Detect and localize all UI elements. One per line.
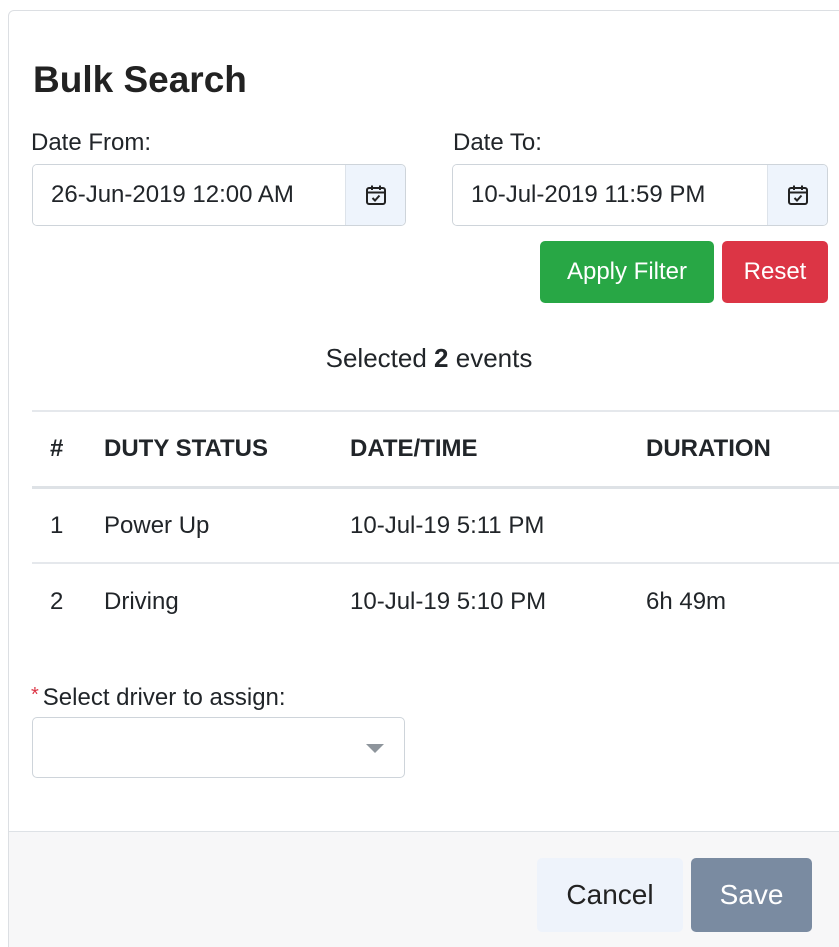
- cancel-button[interactable]: Cancel: [537, 858, 683, 932]
- column-header-duration: DURATION: [646, 435, 771, 462]
- reset-button[interactable]: Reset: [722, 241, 828, 303]
- column-header-number: #: [50, 435, 64, 462]
- date-from-label: Date From:: [31, 129, 152, 156]
- selected-count: 2: [434, 343, 449, 373]
- date-to-input[interactable]: [453, 165, 767, 225]
- selected-events-summary: Selected 2 events: [9, 343, 839, 374]
- driver-select[interactable]: [32, 717, 405, 778]
- date-to-label: Date To:: [453, 129, 542, 156]
- date-to-group: [452, 164, 828, 226]
- chevron-down-icon: [366, 744, 384, 753]
- selected-suffix: events: [455, 343, 533, 373]
- row-duty-status: Power Up: [104, 511, 210, 539]
- save-button[interactable]: Save: [691, 858, 812, 932]
- required-marker: *: [31, 684, 39, 706]
- row-duration: 6h 49m: [646, 587, 727, 615]
- date-from-input[interactable]: [33, 165, 345, 225]
- table-row[interactable]: 2 Driving 10-Jul-19 5:10 PM 6h 49m: [32, 564, 839, 639]
- calendar-check-icon: [365, 185, 386, 205]
- table-row[interactable]: 1 Power Up 10-Jul-19 5:11 PM: [32, 489, 839, 564]
- table-header: # DUTY STATUS DATE/TIME DURATION: [32, 410, 839, 489]
- row-number: 2: [50, 587, 64, 615]
- row-number: 1: [50, 511, 64, 539]
- row-duty-status: Driving: [104, 587, 179, 615]
- bulk-search-modal: Bulk Search Date From: Date To:: [8, 10, 839, 947]
- selected-prefix: Selected: [325, 343, 427, 373]
- date-to-calendar-button[interactable]: [767, 165, 827, 225]
- events-table: # DUTY STATUS DATE/TIME DURATION 1 Power…: [32, 410, 839, 639]
- apply-filter-button[interactable]: Apply Filter: [540, 241, 714, 303]
- modal-title: Bulk Search: [33, 59, 247, 100]
- driver-select-label: * Select driver to assign:: [31, 684, 286, 712]
- column-header-date-time: DATE/TIME: [350, 435, 478, 462]
- date-from-group: [32, 164, 406, 226]
- modal-footer: Cancel Save: [9, 831, 839, 947]
- row-date-time: 10-Jul-19 5:11 PM: [350, 511, 545, 539]
- calendar-check-icon: [787, 185, 808, 205]
- driver-label-text: Select driver to assign:: [42, 684, 286, 711]
- row-date-time: 10-Jul-19 5:10 PM: [350, 587, 547, 615]
- column-header-duty-status: DUTY STATUS: [104, 435, 269, 462]
- date-from-calendar-button[interactable]: [345, 165, 405, 225]
